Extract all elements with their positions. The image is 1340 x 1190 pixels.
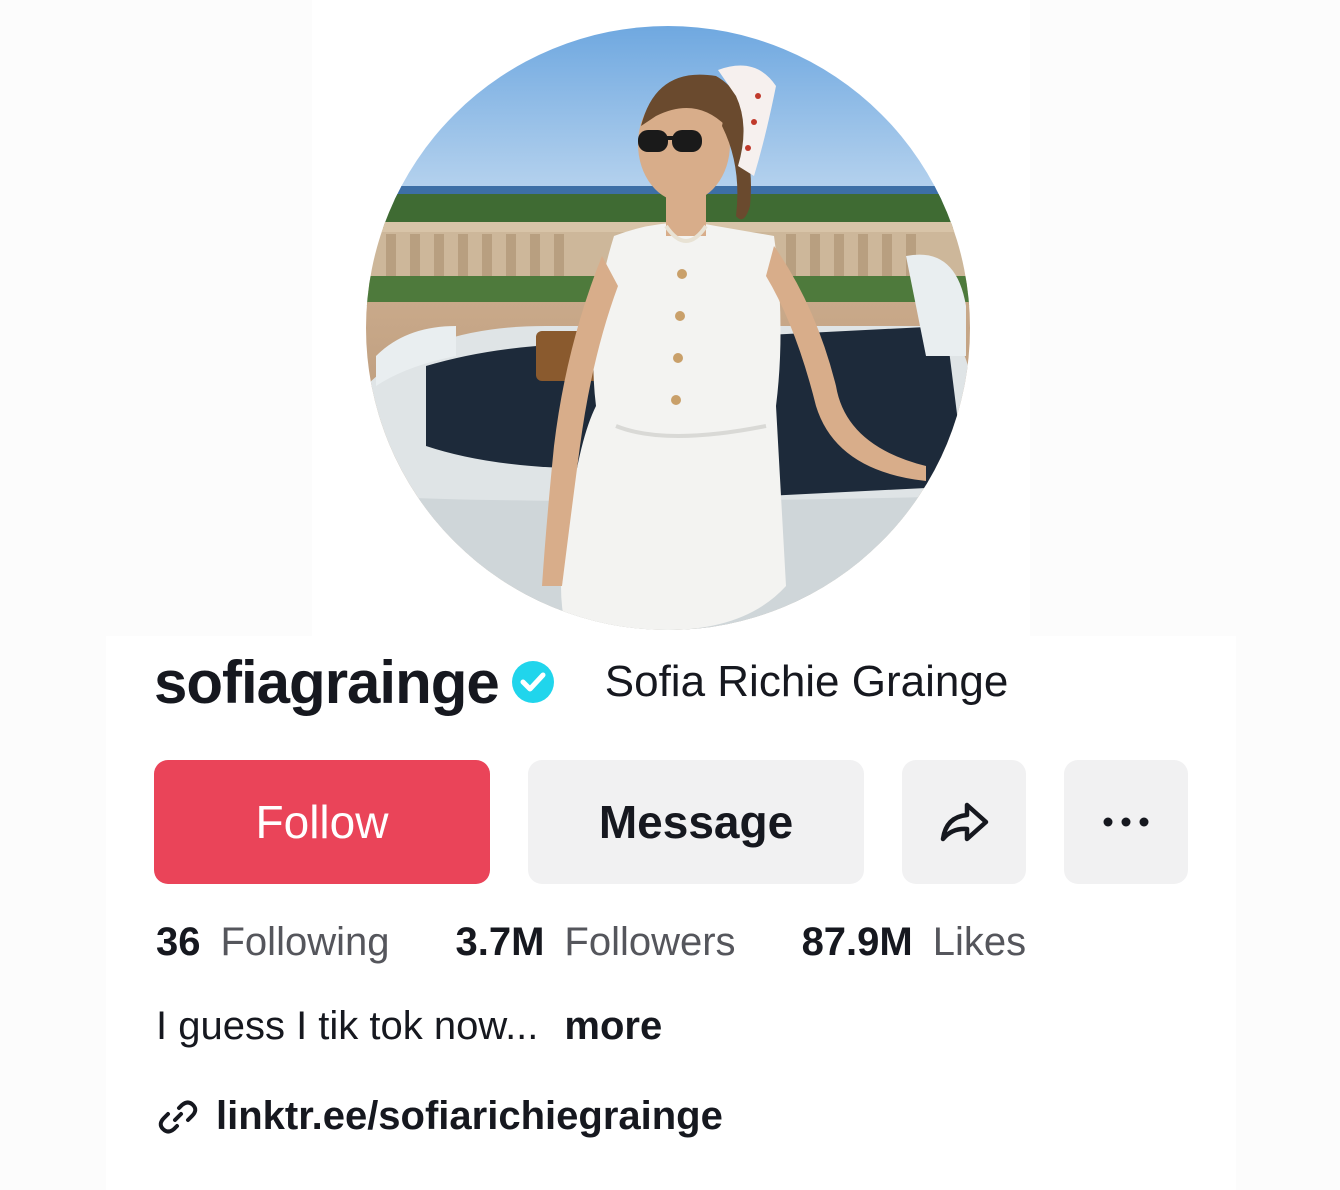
background-panel xyxy=(1236,636,1340,1190)
more-icon xyxy=(1103,817,1149,827)
bio-text: I guess I tik tok now... xyxy=(156,1004,539,1048)
stat-likes: 87.9M Likes xyxy=(802,920,1027,965)
link-text[interactable]: linktr.ee/sofiarichiegrainge xyxy=(216,1094,723,1139)
stat-followers-value: 3.7M xyxy=(455,920,545,964)
stat-following[interactable]: 36 Following xyxy=(156,920,389,965)
share-icon xyxy=(940,802,989,842)
stat-followers[interactable]: 3.7M Followers xyxy=(455,920,735,965)
bio: I guess I tik tok now... more xyxy=(156,1004,662,1049)
background-panel xyxy=(0,636,106,1190)
more-button[interactable] xyxy=(1064,760,1188,884)
follow-button[interactable]: Follow xyxy=(154,760,490,884)
stat-followers-label: Followers xyxy=(564,920,736,964)
avatar-image xyxy=(366,26,970,630)
background-panel xyxy=(1030,0,1340,636)
stat-following-value: 36 xyxy=(156,920,201,964)
profile-page: sofiagrainge Sofia Richie Grainge Follow… xyxy=(0,0,1340,1190)
bio-link[interactable]: linktr.ee/sofiarichiegrainge xyxy=(158,1094,723,1139)
username: sofiagrainge xyxy=(154,648,500,716)
profile-stats: 36 Following 3.7M Followers 87.9M Likes xyxy=(156,920,1092,965)
share-button[interactable] xyxy=(902,760,1026,884)
message-button[interactable]: Message xyxy=(528,760,864,884)
follow-button-label: Follow xyxy=(255,796,389,848)
stat-following-label: Following xyxy=(220,920,390,964)
verified-badge-icon xyxy=(511,660,555,704)
message-button-label: Message xyxy=(598,796,794,848)
profile-actions: Follow Message xyxy=(154,760,1188,884)
bio-more-link[interactable]: more xyxy=(564,1004,662,1049)
link-icon xyxy=(158,1097,198,1137)
stat-likes-value: 87.9M xyxy=(801,920,913,964)
background-panel xyxy=(0,0,312,636)
display-name: Sofia Richie Grainge xyxy=(604,657,1009,706)
avatar[interactable] xyxy=(366,26,970,630)
name-row: sofiagrainge Sofia Richie Grainge xyxy=(154,642,1008,722)
stat-likes-label: Likes xyxy=(932,920,1027,964)
